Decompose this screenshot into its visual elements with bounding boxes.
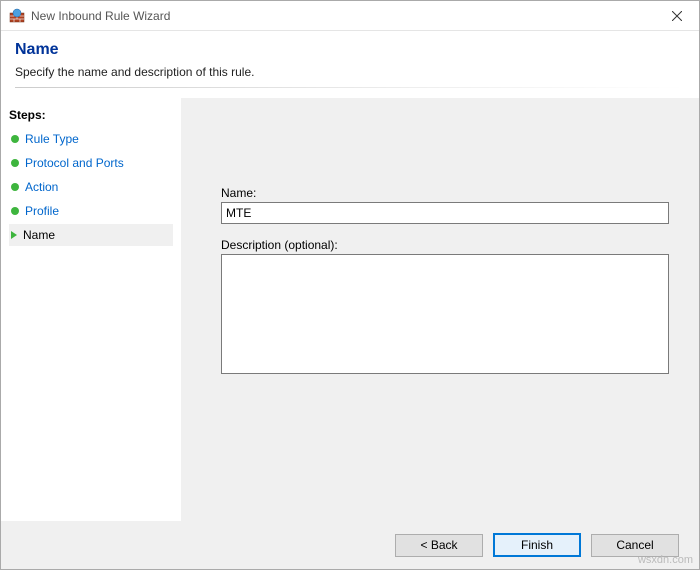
finish-button[interactable]: Finish [493,533,581,557]
content: Steps: Rule Type Protocol and Ports Acti… [1,98,699,521]
description-field-group: Description (optional): [221,238,669,511]
bullet-icon [11,207,19,215]
page-title: Name [15,41,685,59]
steps-label: Steps: [9,108,173,122]
step-label: Rule Type [25,132,79,146]
step-label: Name [23,228,55,242]
bullet-icon [11,159,19,167]
current-step-icon [11,231,17,239]
name-field-group: Name: [221,186,669,224]
divider [15,87,685,88]
name-input[interactable] [221,202,669,224]
cancel-button[interactable]: Cancel [591,534,679,557]
footer: < Back Finish Cancel [1,521,699,569]
titlebar: New Inbound Rule Wizard [1,1,699,31]
page-subtitle: Specify the name and description of this… [15,65,685,79]
step-label: Protocol and Ports [25,156,124,170]
firewall-icon [9,8,25,24]
step-name[interactable]: Name [9,224,173,246]
steps-sidebar: Steps: Rule Type Protocol and Ports Acti… [1,98,181,521]
description-input[interactable] [221,254,669,374]
bullet-icon [11,183,19,191]
close-button[interactable] [654,1,699,31]
close-icon [672,11,682,21]
wizard-window: New Inbound Rule Wizard Name Specify the… [0,0,700,570]
window-title: New Inbound Rule Wizard [31,9,654,23]
step-protocol-and-ports[interactable]: Protocol and Ports [9,152,173,174]
description-label: Description (optional): [221,238,669,252]
step-profile[interactable]: Profile [9,200,173,222]
step-label: Profile [25,204,59,218]
step-label: Action [25,180,58,194]
header: Name Specify the name and description of… [1,31,699,98]
bullet-icon [11,135,19,143]
name-label: Name: [221,186,669,200]
step-rule-type[interactable]: Rule Type [9,128,173,150]
step-action[interactable]: Action [9,176,173,198]
back-button[interactable]: < Back [395,534,483,557]
main-panel: Name: Description (optional): [181,98,699,521]
